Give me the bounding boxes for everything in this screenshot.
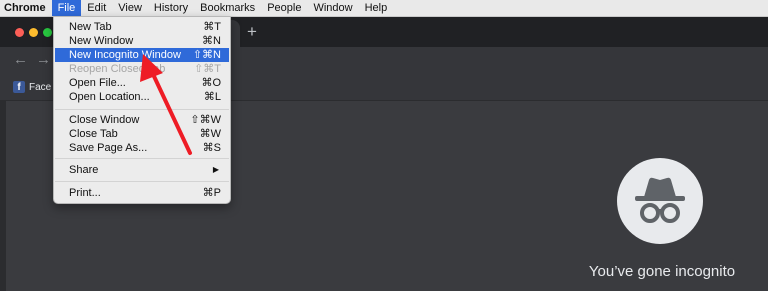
menu-chrome[interactable]: Chrome	[0, 0, 52, 16]
menu-people[interactable]: People	[261, 0, 307, 16]
menu-help[interactable]: Help	[359, 0, 394, 16]
window-edge	[0, 100, 6, 291]
file-dropdown-menu: New Tab ⌘T New Window ⌘N New Incognito W…	[53, 16, 231, 204]
menu-item-share[interactable]: Share ▶	[55, 163, 229, 177]
back-arrow-icon[interactable]: ←	[13, 51, 28, 68]
menu-item-new-incognito-window[interactable]: New Incognito Window ⇧⌘N	[55, 48, 229, 62]
new-tab-button[interactable]: +	[247, 22, 257, 42]
menu-window[interactable]: Window	[307, 0, 358, 16]
incognito-icon	[617, 158, 703, 244]
menu-item-shortcut: ⇧⌘W	[190, 114, 221, 126]
menu-view[interactable]: View	[112, 0, 148, 16]
menu-item-close-window[interactable]: Close Window ⇧⌘W	[55, 113, 229, 127]
menu-item-label: Reopen Closed Tab	[69, 63, 166, 75]
menu-item-shortcut: ⌘T	[203, 21, 221, 33]
menu-item-label: Close Tab	[69, 128, 118, 140]
bookmark-facebook[interactable]: f Face	[13, 81, 51, 93]
menu-item-shortcut: ⌘L	[203, 91, 221, 103]
menu-item-shortcut: ⇧⌘N	[192, 49, 221, 61]
menu-item-label: Share	[69, 164, 99, 176]
minimize-window-button[interactable]	[29, 28, 38, 37]
incognito-message: You’ve gone incognito	[588, 263, 736, 280]
facebook-icon: f	[13, 81, 25, 93]
menu-item-shortcut: ⌘W	[199, 128, 221, 140]
menu-item-label: Open File...	[69, 77, 126, 89]
menu-item-label: Close Window	[69, 114, 140, 126]
bookmark-label: Face	[29, 81, 52, 93]
menu-item-label: Print...	[69, 187, 101, 199]
menu-edit[interactable]: Edit	[81, 0, 112, 16]
menu-history[interactable]: History	[148, 0, 194, 16]
menu-item-shortcut: ⌘O	[201, 77, 221, 89]
submenu-arrow-icon: ▶	[212, 165, 219, 174]
macos-menu-bar: Chrome File Edit View History Bookmarks …	[0, 0, 768, 17]
menu-item-shortcut: ⌘P	[202, 187, 221, 199]
menu-item-label: New Tab	[69, 21, 112, 33]
menu-item-print[interactable]: Print... ⌘P	[55, 186, 229, 200]
menu-item-new-tab[interactable]: New Tab ⌘T	[55, 20, 229, 34]
menu-item-shortcut: ⌘S	[202, 142, 221, 154]
menu-item-label: Open Location...	[69, 91, 150, 103]
menu-item-reopen-closed-tab: Reopen Closed Tab ⇧⌘T	[55, 62, 229, 76]
menu-item-save-page-as[interactable]: Save Page As... ⌘S	[55, 141, 229, 155]
menu-item-label: New Incognito Window	[69, 49, 181, 61]
zoom-window-button[interactable]	[43, 28, 52, 37]
menu-item-shortcut: ⇧⌘T	[194, 63, 221, 75]
menu-separator	[55, 158, 229, 159]
menu-item-open-file[interactable]: Open File... ⌘O	[55, 76, 229, 90]
menu-separator	[55, 181, 229, 182]
menu-item-label: Save Page As...	[69, 142, 148, 154]
menu-item-shortcut: ⌘N	[202, 35, 221, 47]
menu-bookmarks[interactable]: Bookmarks	[194, 0, 261, 16]
menu-item-new-window[interactable]: New Window ⌘N	[55, 34, 229, 48]
menu-item-open-location[interactable]: Open Location... ⌘L	[55, 90, 229, 104]
menu-item-label: New Window	[69, 35, 134, 47]
menu-separator	[55, 109, 229, 110]
menu-item-close-tab[interactable]: Close Tab ⌘W	[55, 127, 229, 141]
menu-file[interactable]: File	[51, 0, 82, 16]
close-window-button[interactable]	[15, 28, 24, 37]
forward-arrow-icon[interactable]: →	[36, 51, 51, 68]
